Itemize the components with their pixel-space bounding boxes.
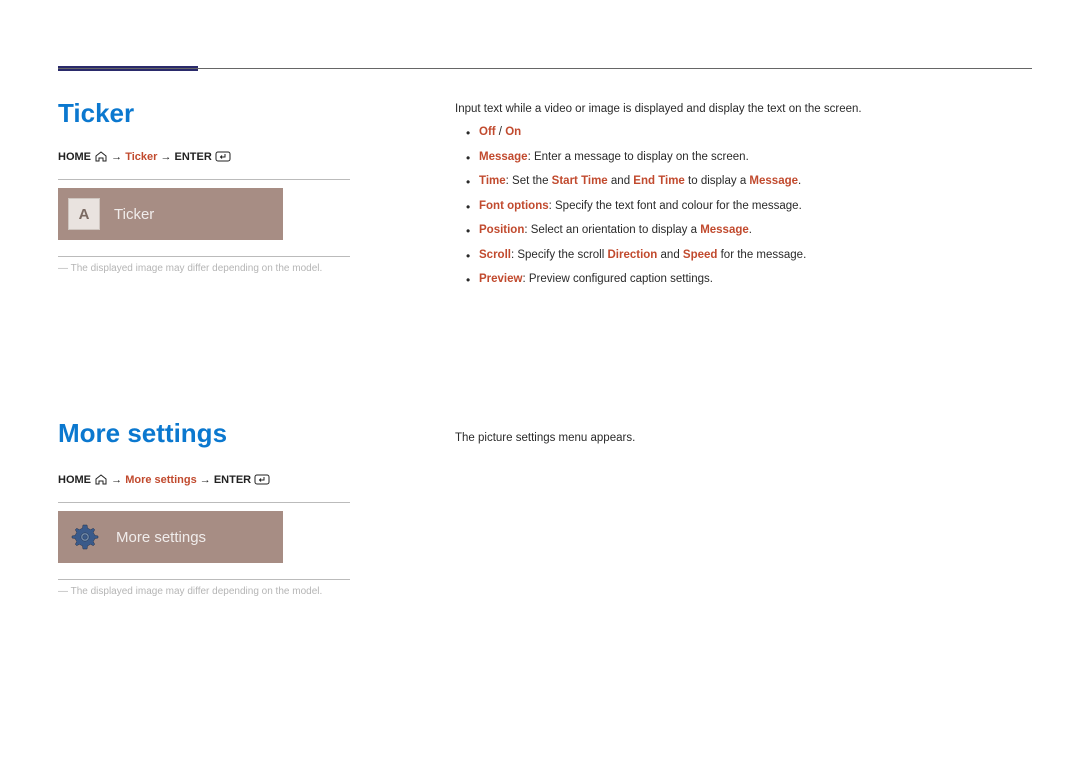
tile-ticker: A Ticker	[58, 188, 283, 240]
divider	[58, 502, 350, 503]
bullet-text: and	[657, 249, 683, 261]
disclaimer-text: The displayed image may differ depending…	[58, 263, 408, 274]
arrow-icon: →	[160, 151, 174, 163]
speed-hl: Speed	[683, 249, 718, 261]
start-time: Start Time	[552, 175, 608, 187]
tile-label: Ticker	[114, 206, 154, 223]
bullet-text: and	[608, 175, 634, 187]
bullet-scroll: Scroll: Specify the scroll Direction and…	[455, 248, 1032, 264]
breadcrumb-path: More settings	[125, 474, 197, 486]
message-hl: Message	[700, 224, 749, 236]
end-time: End Time	[633, 175, 685, 187]
arrow-icon: →	[111, 474, 125, 486]
sep: /	[496, 126, 506, 138]
bullet-preview: Preview: Preview configured caption sett…	[455, 272, 1032, 288]
header-rule	[58, 68, 1032, 69]
enter-icon	[254, 474, 270, 485]
off-label: Off	[479, 126, 496, 138]
arrow-icon: →	[200, 474, 214, 486]
bullet-key: Message	[479, 151, 528, 163]
bullet-text: : Specify the scroll	[511, 249, 608, 261]
bullet-text: : Specify the text font and colour for t…	[549, 200, 802, 212]
breadcrumb-ticker: HOME → Ticker → ENTER	[58, 151, 408, 163]
section-ticker-right: Input text while a video or image is dis…	[455, 103, 1032, 297]
home-icon	[94, 151, 108, 162]
section-title-ticker: Ticker	[58, 98, 408, 129]
section-title-more-settings: More settings	[58, 418, 408, 449]
divider	[58, 579, 350, 580]
breadcrumb-enter: ENTER	[214, 474, 251, 486]
bullet-key: Scroll	[479, 249, 511, 261]
breadcrumb-more-settings: HOME → More settings → ENTER	[58, 474, 408, 486]
bullet-text: to display a	[685, 175, 750, 187]
breadcrumb-home: HOME	[58, 474, 91, 486]
arrow-icon: →	[111, 151, 125, 163]
divider	[58, 179, 350, 180]
bullet-text: : Select an orientation to display a	[524, 224, 700, 236]
breadcrumb-path: Ticker	[125, 151, 157, 163]
divider	[58, 256, 350, 257]
disclaimer-text: The displayed image may differ depending…	[58, 586, 408, 597]
bullet-key: Time	[479, 175, 506, 187]
direction-hl: Direction	[607, 249, 657, 261]
intro-text: The picture settings menu appears.	[455, 432, 1032, 444]
bullet-time: Time: Set the Start Time and End Time to…	[455, 174, 1032, 190]
tile-more-settings: More settings	[58, 511, 283, 563]
bullet-position: Position: Select an orientation to displ…	[455, 223, 1032, 239]
home-icon	[94, 474, 108, 485]
enter-icon	[215, 151, 231, 162]
breadcrumb-enter: ENTER	[175, 151, 212, 163]
bullet-text: : Enter a message to display on the scre…	[528, 151, 749, 163]
gear-icon	[68, 520, 102, 554]
bullet-key: Preview	[479, 273, 522, 285]
bullet-key: Position	[479, 224, 524, 236]
bullet-text: : Preview configured caption settings.	[522, 273, 713, 285]
bullet-text: .	[798, 175, 801, 187]
section-more-settings-left: More settings HOME → More settings → ENT…	[58, 418, 408, 597]
on-label: On	[505, 126, 521, 138]
bullet-list-ticker: Off / On Message: Enter a message to dis…	[455, 125, 1032, 288]
tile-label: More settings	[116, 529, 206, 546]
bullet-off-on: Off / On	[455, 125, 1032, 141]
bullet-text: .	[749, 224, 752, 236]
bullet-text: for the message.	[717, 249, 806, 261]
bullet-font-options: Font options: Specify the text font and …	[455, 199, 1032, 215]
tile-icon-letter: A	[68, 198, 100, 230]
bullet-text: : Set the	[506, 175, 552, 187]
section-more-settings-right: The picture settings menu appears.	[455, 432, 1032, 454]
bullet-key: Font options	[479, 200, 549, 212]
bullet-message: Message: Enter a message to display on t…	[455, 150, 1032, 166]
message-hl: Message	[749, 175, 798, 187]
intro-text: Input text while a video or image is dis…	[455, 103, 1032, 115]
breadcrumb-home: HOME	[58, 151, 91, 163]
section-ticker-left: Ticker HOME → Ticker → ENTER A Ticker Th…	[58, 98, 408, 274]
